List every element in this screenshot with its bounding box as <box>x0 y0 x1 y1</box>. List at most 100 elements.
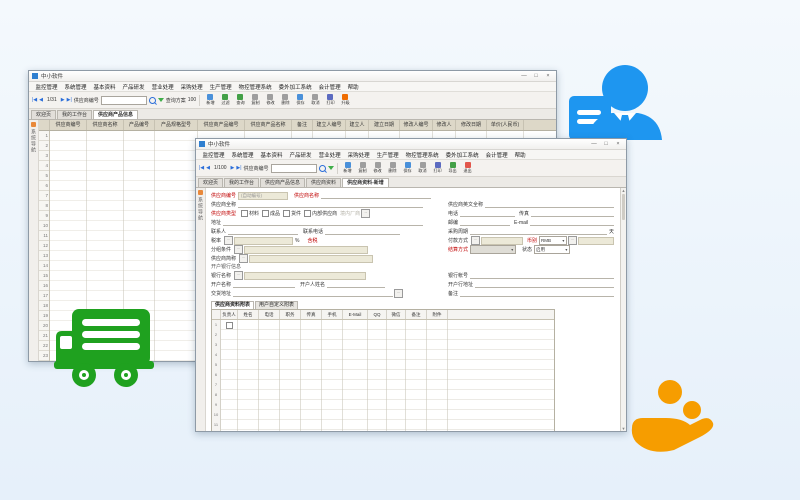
payment-method-field[interactable] <box>481 237 523 245</box>
menu-item[interactable]: 系统管理 <box>61 83 90 91</box>
toolbar-button[interactable]: 保存 <box>293 94 307 106</box>
menu-item[interactable]: 监控管理 <box>32 83 61 91</box>
delivery-address-picker-button[interactable]: .. <box>394 289 403 298</box>
pager-next-button[interactable]: ▶ <box>61 98 65 103</box>
minimize-button[interactable]: — <box>518 71 530 81</box>
maximize-button[interactable]: □ <box>530 71 542 81</box>
pager-first-button[interactable]: |◀ <box>199 166 204 171</box>
toolbar-button[interactable]: 复制 <box>356 162 370 174</box>
search-input[interactable] <box>271 164 317 173</box>
toolbar-button[interactable]: 过滤 <box>218 94 232 106</box>
scroll-down-icon[interactable]: ▼ <box>622 426 626 431</box>
search-icon[interactable] <box>149 97 156 104</box>
nav-side-strip[interactable]: 系统导航 <box>29 120 39 361</box>
menu-item[interactable]: 委外加工系统 <box>442 151 482 159</box>
payment-method-picker-button[interactable]: .. <box>471 236 480 245</box>
document-tab[interactable]: 我的工作台 <box>57 110 92 119</box>
supplier-type-checkbox[interactable]: 材料 <box>238 210 259 217</box>
zip-input[interactable] <box>460 219 510 226</box>
toolbar-button[interactable]: 退出 <box>461 162 475 174</box>
toolbar-button[interactable]: 取消 <box>416 162 430 174</box>
menu-item[interactable]: 基本资料 <box>257 151 286 159</box>
document-tab[interactable]: 供应商资料-新增 <box>342 178 389 187</box>
document-tab[interactable]: 欢迎页 <box>198 178 223 187</box>
group-condition-picker-button[interactable]: .. <box>234 245 243 254</box>
toolbar-button[interactable]: 查询 <box>233 94 247 106</box>
filter-icon[interactable] <box>328 166 334 170</box>
supplier-fullname-input[interactable] <box>238 201 423 208</box>
checkbox[interactable] <box>283 210 290 217</box>
menu-item[interactable]: 物控管理系统 <box>235 83 275 91</box>
menu-item[interactable]: 委外加工系统 <box>275 83 315 91</box>
pager-first-button[interactable]: |◀ <box>32 98 37 103</box>
menu-item[interactable]: 系统管理 <box>228 151 257 159</box>
exchange-rate-picker-button[interactable]: .. <box>568 236 577 245</box>
contact-input[interactable] <box>228 228 298 235</box>
supplier-english-fullname-input[interactable] <box>485 201 614 208</box>
bank-account-input[interactable] <box>470 272 614 279</box>
close-button[interactable]: × <box>542 71 554 81</box>
search-input[interactable] <box>101 96 147 105</box>
purchase-cycle-input[interactable] <box>470 228 607 235</box>
nav-side-strip[interactable]: 系统导航 <box>196 188 206 431</box>
filter-icon[interactable] <box>158 98 164 102</box>
toolbar-button[interactable]: 打印 <box>431 162 445 174</box>
menu-item[interactable]: 产品研发 <box>119 83 148 91</box>
supplier-no-field[interactable]: (自动编号) <box>238 192 288 200</box>
toolbar-button[interactable]: 删除 <box>278 94 292 106</box>
checkbox[interactable] <box>262 210 269 217</box>
menu-item[interactable]: 营业处理 <box>148 83 177 91</box>
account-name-input[interactable] <box>233 281 295 288</box>
fax-input[interactable] <box>531 210 614 217</box>
menu-item[interactable]: 营业处理 <box>315 151 344 159</box>
menu-item[interactable]: 基本资料 <box>90 83 119 91</box>
toolbar-button[interactable]: 保存 <box>401 162 415 174</box>
toolbar-button[interactable]: 新增 <box>203 94 217 106</box>
menu-item[interactable]: 会计管理 <box>315 83 344 91</box>
minimize-button[interactable]: — <box>588 139 600 149</box>
bank-address-input[interactable] <box>475 281 614 288</box>
tax-rate-field[interactable] <box>234 237 293 245</box>
scroll-up-icon[interactable]: ▲ <box>622 188 626 193</box>
document-tab[interactable]: 供应商资料 <box>306 178 341 187</box>
supplier-type-checkbox[interactable]: 内部供应商 <box>301 210 337 217</box>
menu-item[interactable]: 帮助 <box>344 83 362 91</box>
bank-name-field[interactable] <box>244 272 366 280</box>
contact-tel-input[interactable] <box>325 228 400 235</box>
document-tab[interactable]: 供应商产品信息 <box>93 110 138 119</box>
search-icon[interactable] <box>319 165 326 172</box>
title-bar[interactable]: 中小软件 — □ × <box>29 71 556 82</box>
close-button[interactable]: × <box>612 139 624 149</box>
supplier-short-name-picker-button[interactable]: .. <box>239 254 248 263</box>
currency-select[interactable]: RMB▼ <box>539 236 567 245</box>
toolbar-button[interactable]: 修改 <box>263 94 277 106</box>
toolbar-button[interactable]: 复制 <box>248 94 262 106</box>
toolbar-button[interactable]: 打印 <box>323 94 337 106</box>
phone-input[interactable] <box>460 210 515 217</box>
toolbar-button[interactable]: 修改 <box>371 162 385 174</box>
title-bar[interactable]: 中小软件 — □ × <box>196 139 626 150</box>
menu-item[interactable]: 物控管理系统 <box>402 151 442 159</box>
menu-item[interactable]: 生产管理 <box>373 151 402 159</box>
supplier-name-input[interactable] <box>321 192 431 199</box>
supplier-type-checkbox[interactable]: 货件 <box>280 210 301 217</box>
account-person-input[interactable] <box>327 281 385 288</box>
pager-last-button[interactable]: ▶| <box>236 166 241 171</box>
checkbox[interactable] <box>241 210 248 217</box>
document-tab[interactable]: 供应商产品信息 <box>260 178 305 187</box>
pager-prev-button[interactable]: ◀ <box>39 98 43 103</box>
pager-last-button[interactable]: ▶| <box>67 98 72 103</box>
maximize-button[interactable]: □ <box>600 139 612 149</box>
menu-item[interactable]: 采购处理 <box>177 83 206 91</box>
menu-item[interactable]: 生产管理 <box>206 83 235 91</box>
settlement-method-select[interactable]: ▼ <box>470 245 516 254</box>
pager-prev-button[interactable]: ◀ <box>206 166 210 171</box>
checkbox[interactable] <box>304 210 311 217</box>
toolbar-button[interactable]: 升级 <box>338 94 352 106</box>
detail-subtab[interactable]: 供应商资料附表 <box>211 301 254 309</box>
tax-rate-picker-button[interactable]: .. <box>224 236 233 245</box>
document-tab[interactable]: 欢迎页 <box>31 110 56 119</box>
supplier-short-name-field[interactable] <box>249 255 373 263</box>
bank-name-picker-button[interactable]: .. <box>234 271 243 280</box>
menu-item[interactable]: 产品研发 <box>286 151 315 159</box>
